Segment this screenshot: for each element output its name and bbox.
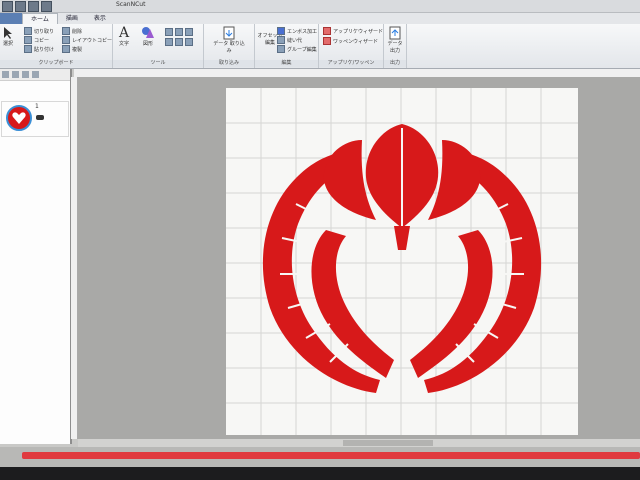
ribbon-tabs: ホーム 描画 表示 xyxy=(0,13,640,25)
cut-icon xyxy=(24,27,32,35)
group-edit-icon xyxy=(277,45,285,53)
seam-allowance-button[interactable]: 縫い代 xyxy=(277,36,302,44)
output-group-label: 出力 xyxy=(384,60,406,67)
seam-icon xyxy=(277,36,285,44)
patch-icon xyxy=(323,37,331,45)
delete-icon xyxy=(62,27,70,35)
title-bar: ScanNCut xyxy=(0,0,640,13)
applique-group: アップリケウィザード ワッペンウィザード アップリケ/ワッペン xyxy=(319,24,384,68)
output-icon xyxy=(389,26,401,40)
shapes-icon xyxy=(142,27,154,38)
panel-toolbar xyxy=(0,69,70,81)
paste-button[interactable]: 貼り付け xyxy=(24,45,54,53)
emboss-icon xyxy=(277,27,285,35)
tool-icon-1[interactable] xyxy=(165,28,193,36)
clipboard-group: 選択 切り取り コピー 貼り付け 削除 レイアウトコピー 複製 クリップボード xyxy=(0,24,113,68)
select-arrow-icon xyxy=(4,27,12,39)
tools-group-label: ツール xyxy=(113,60,203,67)
paste-icon xyxy=(24,45,32,53)
copy-button[interactable]: コピー xyxy=(24,36,49,44)
panel-up-icon[interactable] xyxy=(2,71,9,78)
family-crest-design[interactable] xyxy=(226,88,578,435)
app-title: ScanNCut xyxy=(116,1,146,8)
vertical-ruler xyxy=(71,77,78,439)
save-icon[interactable] xyxy=(28,1,39,12)
edit-group-label: 編集 xyxy=(255,60,318,67)
quick-access-toolbar xyxy=(2,1,52,12)
undo-icon[interactable] xyxy=(41,1,52,12)
group-icon xyxy=(165,38,173,46)
rotate-icon xyxy=(165,28,173,36)
duplicate-icon xyxy=(62,45,70,53)
align-icon xyxy=(185,28,193,36)
design-canvas[interactable] xyxy=(226,88,578,435)
scrollbar-thumb[interactable] xyxy=(343,440,433,446)
duplicate-button[interactable]: 複製 xyxy=(62,45,82,53)
screen: ScanNCut ホーム 描画 表示 選択 切り取り コピー 貼り付け 削除 レ… xyxy=(0,0,640,480)
clipboard-group-label: クリップボード xyxy=(0,60,112,67)
tools-group: A 文字 図形 ツール xyxy=(113,24,204,68)
panel-top-icon[interactable] xyxy=(22,71,29,78)
edit-group: オフセット 編集 エンボス加工 縫い代 グループ編集 編集 xyxy=(255,24,319,68)
progress-bar xyxy=(22,452,640,459)
text-tool-button[interactable]: A 文字 xyxy=(119,26,129,47)
applique-icon xyxy=(323,27,331,35)
cut-button[interactable]: 切り取り xyxy=(24,27,54,35)
object-list-panel: 1 xyxy=(0,69,72,444)
applique-wizard-button[interactable]: アップリケウィザード xyxy=(323,27,383,35)
emboss-button[interactable]: エンボス加工 xyxy=(277,27,317,35)
horizontal-scrollbar[interactable] xyxy=(78,439,640,447)
tool-icon-2[interactable] xyxy=(165,38,193,46)
layout-copy-icon xyxy=(62,36,70,44)
data-import-button[interactable]: データ 取り込み xyxy=(212,26,246,54)
flip-icon xyxy=(175,28,183,36)
text-a-icon: A xyxy=(119,25,130,41)
app-menu-tab[interactable] xyxy=(0,13,22,24)
tab-view[interactable]: 表示 xyxy=(86,13,114,24)
import-icon xyxy=(223,26,235,40)
patch-wizard-button[interactable]: ワッペンウィザード xyxy=(323,37,378,45)
import-group: データ 取り込み 取り込み xyxy=(204,24,255,68)
object-number: 1 xyxy=(35,103,39,110)
output-group: データ 出力 出力 xyxy=(384,24,407,68)
new-icon[interactable] xyxy=(2,1,13,12)
open-icon[interactable] xyxy=(15,1,26,12)
import-group-label: 取り込み xyxy=(204,60,254,67)
delete-button[interactable]: 削除 xyxy=(62,27,82,35)
panel-bottom-icon[interactable] xyxy=(32,71,39,78)
status-bar xyxy=(0,467,640,480)
data-output-button[interactable]: データ 出力 xyxy=(385,26,405,54)
applique-group-label: アップリケ/ワッペン xyxy=(319,60,383,67)
order-icon xyxy=(185,38,193,46)
layout-copy-button[interactable]: レイアウトコピー xyxy=(62,36,112,44)
shape-tool-button[interactable]: 図形 xyxy=(141,26,155,47)
visibility-icon[interactable] xyxy=(36,115,44,120)
group-edit-button[interactable]: グループ編集 xyxy=(277,45,317,53)
object-thumbnail[interactable] xyxy=(6,105,32,131)
select-button[interactable]: 選択 xyxy=(2,26,14,47)
panel-down-icon[interactable] xyxy=(12,71,19,78)
tab-draw[interactable]: 描画 xyxy=(58,13,86,24)
ribbon: 選択 切り取り コピー 貼り付け 削除 レイアウトコピー 複製 クリップボード … xyxy=(0,24,640,69)
heart-icon xyxy=(12,112,26,124)
ungroup-icon xyxy=(175,38,183,46)
copy-icon xyxy=(24,36,32,44)
